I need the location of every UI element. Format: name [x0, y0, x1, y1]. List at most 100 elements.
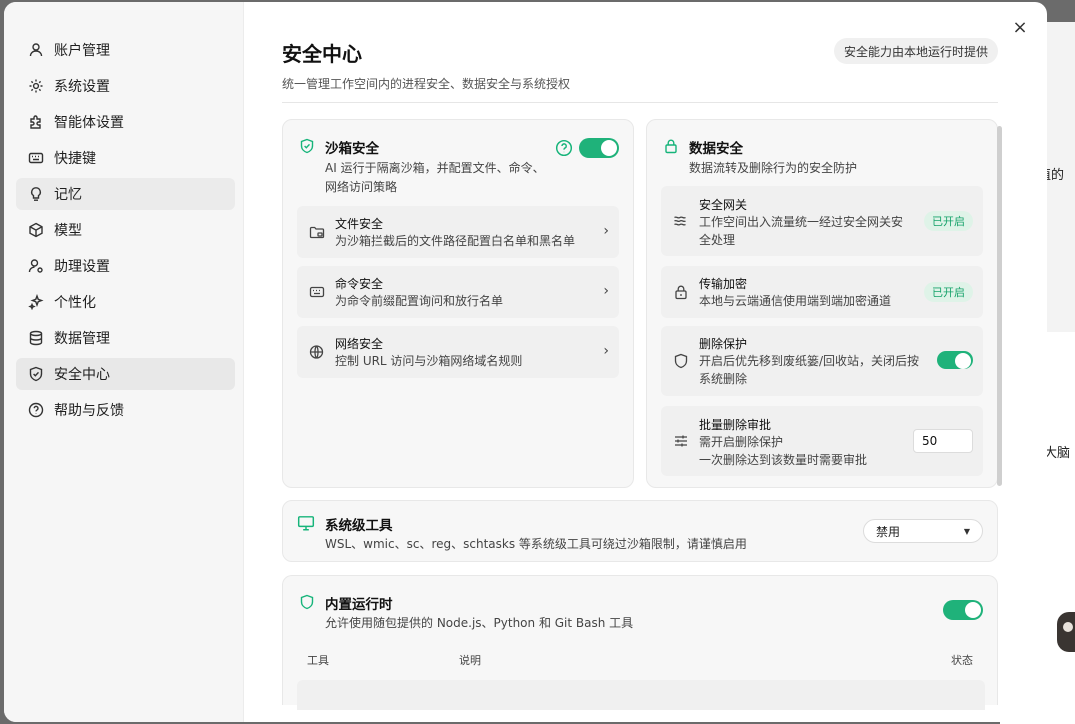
network-security-row[interactable]: 网络安全 控制 URL 访问与沙箱网络域名规则 › — [297, 326, 619, 378]
sliders-icon — [675, 435, 687, 447]
row-title: 网络安全 — [335, 337, 384, 351]
lock-icon — [675, 285, 687, 300]
builtin-runtime-card: 内置运行时 允许使用随包提供的 Node.js、Python 和 Git Bas… — [282, 575, 998, 710]
runtime-toggle[interactable] — [943, 600, 983, 620]
row-desc: 为命令前缀配置询问和放行名单 — [335, 294, 504, 308]
sandbox-toggle[interactable] — [579, 138, 619, 158]
row-desc-line: 系统删除 — [699, 372, 748, 386]
lightbulb-icon — [28, 186, 44, 202]
system-tools-title: 系统级工具 — [325, 518, 393, 534]
sidebar-item-label: 助理设置 — [54, 259, 110, 275]
runtime-desc: 允许使用随包提供的 Node.js、Python 和 Git Bash 工具 — [325, 616, 634, 630]
row-desc: 工作空间出入流量统一经过安全网关安 全处理 — [699, 213, 914, 249]
sidebar-item-agent[interactable]: 智能体设置 — [16, 106, 235, 138]
row-desc-line: 需开启删除保护 — [699, 435, 784, 449]
sidebar-item-help[interactable]: 帮助与反馈 — [16, 394, 235, 426]
sidebar-item-shortcuts[interactable]: 快捷键 — [16, 142, 235, 174]
status-badge: 已开启 — [924, 282, 973, 302]
sidebar-item-memory[interactable]: 记忆 — [16, 178, 235, 210]
scrollbar[interactable] — [997, 126, 1002, 486]
sidebar-item-label: 个性化 — [54, 295, 96, 311]
row-desc: 为沙箱拦截后的文件路径配置白名单和黑名单 — [335, 234, 576, 248]
help-icon[interactable] — [555, 139, 573, 157]
shield-icon — [28, 366, 44, 382]
gear-icon — [28, 78, 44, 94]
row-desc: 开启后优先移到废纸篓/回收站，关闭后按 系统删除 — [699, 352, 929, 388]
status-badge: 已开启 — [924, 211, 973, 231]
help-circle-icon — [28, 402, 44, 418]
shield-icon — [300, 594, 314, 610]
sandbox-desc-line: 网络访问策略 — [325, 180, 398, 194]
chevron-right-icon: › — [603, 283, 609, 299]
sandbox-desc-line: AI 运行于隔离沙箱，并配置文件、命令、 — [325, 161, 545, 175]
sidebar-item-label: 帮助与反馈 — [54, 403, 124, 419]
row-title: 传输加密 — [699, 277, 748, 291]
runtime-title: 内置运行时 — [325, 597, 393, 613]
page-subtitle: 统一管理工作空间内的进程安全、数据安全与系统授权 — [282, 77, 571, 91]
data-security-title: 数据安全 — [689, 141, 743, 157]
keyboard-icon — [28, 150, 44, 166]
sandbox-title: 沙箱安全 — [325, 141, 379, 157]
security-gateway-row: 安全网关 工作空间出入流量统一经过安全网关安 全处理 已开启 — [661, 186, 983, 256]
row-desc-line: 开启后优先移到废纸篓/回收站，关闭后按 — [699, 354, 920, 368]
user-gear-icon — [28, 258, 44, 274]
delete-protection-toggle[interactable] — [937, 351, 973, 369]
row-title: 安全网关 — [699, 198, 748, 212]
chevron-right-icon: › — [603, 223, 609, 239]
sandbox-security-card: 沙箱安全 AI 运行于隔离沙箱，并配置文件、命令、 网络访问策略 文件安全 为沙… — [282, 119, 634, 488]
sidebar-item-label: 数据管理 — [54, 331, 110, 347]
delete-protection-row: 删除保护 开启后优先移到废纸篓/回收站，关闭后按 系统删除 — [661, 326, 983, 396]
sidebar-item-label: 记忆 — [54, 187, 82, 203]
sidebar-item-security[interactable]: 安全中心 — [16, 358, 235, 390]
row-desc-line: 一次删除达到该数量时需要审批 — [699, 453, 868, 467]
system-tools-card: 系统级工具 WSL、wmic、sc、reg、schtasks 等系统级工具可绕过… — [282, 500, 998, 562]
lock-icon — [665, 139, 677, 154]
sidebar-item-label: 系统设置 — [54, 79, 110, 95]
row-title: 文件安全 — [335, 217, 384, 231]
table-row — [297, 680, 985, 710]
row-desc: 本地与云端通信使用端到端加密通道 — [699, 294, 892, 308]
caret-down-icon: ▼ — [963, 526, 970, 536]
row-title: 删除保护 — [699, 337, 748, 351]
row-desc: 需开启删除保护 一次删除达到该数量时需要审批 — [699, 433, 899, 469]
close-button[interactable]: × — [1009, 16, 1031, 38]
sparkle-icon — [28, 294, 44, 310]
folder-lock-icon — [309, 226, 325, 239]
data-security-card: 数据安全 数据流转及删除行为的安全防护 安全网关 工作空间出入流量统一经过安全网… — [646, 119, 998, 488]
shield-check-icon — [300, 138, 314, 154]
sidebar-item-label: 安全中心 — [54, 367, 110, 383]
system-tools-select[interactable]: 禁用 ▼ — [863, 519, 983, 543]
file-security-row[interactable]: 文件安全 为沙箱拦截后的文件路径配置白名单和黑名单 › — [297, 206, 619, 258]
row-desc: 控制 URL 访问与沙箱网络域名规则 — [335, 354, 523, 368]
sidebar-item-personalize[interactable]: 个性化 — [16, 286, 235, 318]
background-text: 大脑 — [1044, 446, 1071, 461]
globe-shield-icon — [309, 345, 324, 359]
settings-modal: 账户管理 系统设置 智能体设置 快捷键 记忆 模型 助理设置 个性化 数据管理 … — [4, 2, 1047, 722]
header-divider — [282, 102, 998, 103]
data-security-desc: 数据流转及删除行为的安全防护 — [689, 161, 858, 175]
monitor-icon — [297, 516, 315, 531]
cube-icon — [28, 222, 44, 238]
row-title: 批量删除审批 — [699, 418, 772, 432]
sidebar-item-model[interactable]: 模型 — [16, 214, 235, 246]
row-title: 命令安全 — [335, 277, 384, 291]
sidebar-item-account[interactable]: 账户管理 — [16, 34, 235, 66]
command-security-row[interactable]: 命令安全 为命令前缀配置询问和放行名单 › — [297, 266, 619, 318]
user-icon — [28, 42, 44, 58]
sidebar-item-system[interactable]: 系统设置 — [16, 70, 235, 102]
batch-delete-approval-row: 批量删除审批 需开启删除保护 一次删除达到该数量时需要审批 50 — [661, 406, 983, 476]
sidebar-item-label: 账户管理 — [54, 43, 110, 59]
batch-delete-threshold-input[interactable]: 50 — [913, 429, 973, 453]
waves-icon — [674, 216, 686, 226]
sidebar-item-assistant[interactable]: 助理设置 — [16, 250, 235, 282]
select-value: 禁用 — [876, 524, 901, 539]
shield-icon — [674, 353, 688, 369]
sandbox-desc: AI 运行于隔离沙箱，并配置文件、命令、 网络访问策略 — [325, 159, 565, 197]
puzzle-icon — [28, 114, 44, 130]
system-tools-desc: WSL、wmic、sc、reg、schtasks 等系统级工具可绕过沙箱限制，请… — [325, 537, 747, 551]
sidebar-item-data[interactable]: 数据管理 — [16, 322, 235, 354]
database-icon — [28, 330, 44, 346]
transport-encryption-row: 传输加密 本地与云端通信使用端到端加密通道 已开启 — [661, 266, 983, 318]
sidebar: 账户管理 系统设置 智能体设置 快捷键 记忆 模型 助理设置 个性化 数据管理 … — [4, 2, 244, 722]
table-header-status: 状态 — [951, 654, 973, 667]
